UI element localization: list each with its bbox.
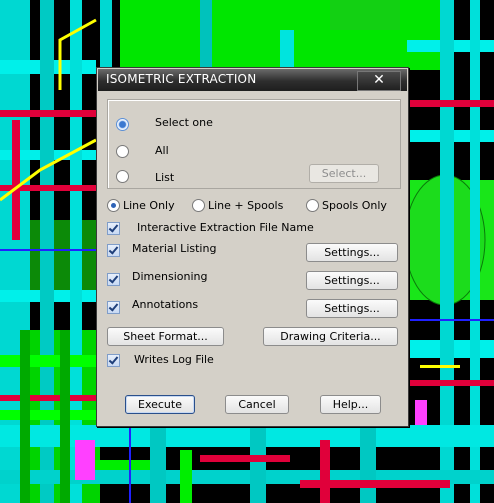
annotations-checkbox[interactable] xyxy=(107,301,120,314)
interactive-extraction-label: Interactive Extraction File Name xyxy=(137,221,314,234)
material-listing-checkbox[interactable] xyxy=(107,244,120,257)
material-listing-settings-button[interactable]: Settings... xyxy=(306,243,398,262)
radio-line-only-label: Line Only xyxy=(123,199,175,212)
radio-spools-only[interactable] xyxy=(306,199,319,212)
radio-all-label: All xyxy=(155,144,169,157)
cancel-button[interactable]: Cancel xyxy=(225,395,289,414)
radio-spools-only-label: Spools Only xyxy=(322,199,387,212)
writes-log-file-checkbox[interactable] xyxy=(107,354,120,367)
radio-select-one[interactable] xyxy=(116,118,129,131)
radio-line-spools[interactable] xyxy=(192,199,205,212)
help-button[interactable]: Help... xyxy=(320,395,381,414)
radio-list-label: List xyxy=(155,171,175,184)
drawing-criteria-button[interactable]: Drawing Criteria... xyxy=(263,327,398,346)
annotations-label: Annotations xyxy=(132,298,199,311)
select-button[interactable]: Select... xyxy=(309,164,379,183)
dialog-title: ISOMETRIC EXTRACTION xyxy=(106,72,257,86)
radio-line-spools-label: Line + Spools xyxy=(208,199,284,212)
execute-button[interactable]: Execute xyxy=(125,395,195,414)
dimensioning-checkbox[interactable] xyxy=(107,273,120,286)
sheet-format-button[interactable]: Sheet Format... xyxy=(107,327,224,346)
radio-select-one-label: Select one xyxy=(155,116,213,129)
annotations-settings-button[interactable]: Settings... xyxy=(306,299,398,318)
material-listing-label: Material Listing xyxy=(132,242,217,255)
close-icon[interactable]: ✕ xyxy=(357,71,401,91)
dialog-titlebar[interactable]: ISOMETRIC EXTRACTION ✕ xyxy=(98,69,407,91)
interactive-extraction-checkbox[interactable] xyxy=(107,222,120,235)
dimensioning-label: Dimensioning xyxy=(132,270,208,283)
isometric-extraction-dialog: ISOMETRIC EXTRACTION ✕ Select one All Li… xyxy=(96,67,409,427)
dimensioning-settings-button[interactable]: Settings... xyxy=(306,271,398,290)
radio-all[interactable] xyxy=(116,145,129,158)
radio-list[interactable] xyxy=(116,170,129,183)
radio-line-only[interactable] xyxy=(107,199,120,212)
writes-log-file-label: Writes Log File xyxy=(134,353,214,366)
